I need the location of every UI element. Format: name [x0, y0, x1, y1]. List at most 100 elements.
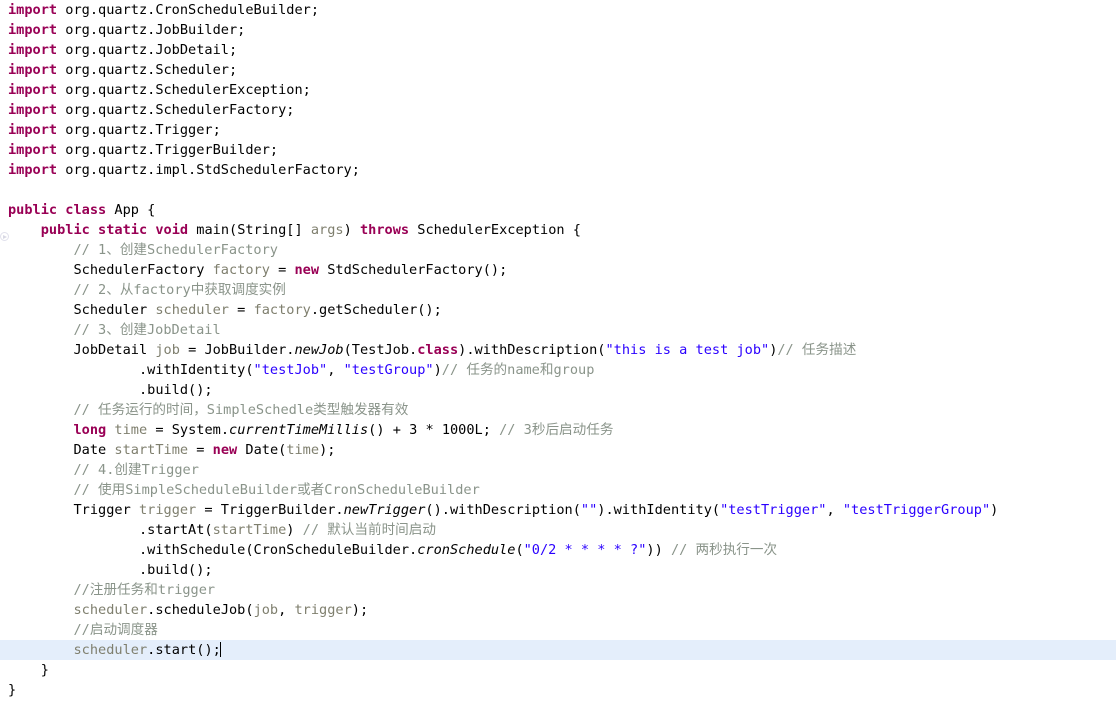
- code-token-string: "": [580, 502, 598, 518]
- code-line[interactable]: import org.quartz.SchedulerException;: [0, 80, 1116, 100]
- code-token-kw: public: [8, 202, 58, 218]
- code-token-plain: ): [343, 222, 360, 238]
- code-token-kw: new: [212, 442, 238, 458]
- code-line[interactable]: import org.quartz.CronScheduleBuilder;: [0, 0, 1116, 20]
- code-token-plain: .build();: [8, 382, 213, 398]
- code-line[interactable]: // 使用SimpleScheduleBuilder或者CronSchedule…: [0, 480, 1116, 500]
- code-text-area[interactable]: import org.quartz.CronScheduleBuilder; im…: [0, 0, 1116, 720]
- code-line[interactable]: // 任务运行的时间，SimpleSchedle类型触发器有效: [0, 400, 1116, 420]
- code-token-plain: .withSchedule(CronScheduleBuilder.: [8, 542, 418, 558]
- code-token-comment: //启动调度器: [73, 622, 158, 638]
- code-token-var: job: [155, 342, 180, 358]
- code-token-plain: =: [229, 302, 254, 318]
- code-token-plain: ): [286, 522, 303, 538]
- code-line[interactable]: import org.quartz.SchedulerFactory;: [0, 100, 1116, 120]
- code-line[interactable]: import org.quartz.Trigger;: [0, 120, 1116, 140]
- code-token-plain: .build();: [8, 562, 213, 578]
- code-line[interactable]: .build();: [0, 380, 1116, 400]
- code-line[interactable]: import org.quartz.JobBuilder;: [0, 20, 1116, 40]
- code-token-plain: .startAt(: [8, 522, 213, 538]
- code-line[interactable]: Date startTime = new Date(time);: [0, 440, 1116, 460]
- code-token-var: trigger: [294, 602, 352, 618]
- code-token-plain: org.quartz.TriggerBuilder;: [57, 142, 279, 158]
- code-line[interactable]: .withIdentity("testJob", "testGroup")// …: [0, 360, 1116, 380]
- code-token-plain: =: [188, 442, 213, 458]
- code-token-var: startTime: [114, 442, 189, 458]
- code-line[interactable]: [0, 180, 1116, 200]
- code-line[interactable]: public static void main(String[] args) t…: [0, 220, 1116, 240]
- code-token-comment: //注册任务和trigger: [73, 582, 216, 598]
- code-line[interactable]: .withSchedule(CronScheduleBuilder.cronSc…: [0, 540, 1116, 560]
- code-token-kw: new: [294, 262, 320, 278]
- code-line[interactable]: scheduler.start();: [0, 640, 1116, 660]
- code-line[interactable]: // 2、从factory中获取调度实例: [0, 280, 1116, 300]
- code-line[interactable]: //启动调度器: [0, 620, 1116, 640]
- code-token-string: "testGroup": [343, 362, 434, 378]
- code-token-string: "testTrigger": [720, 502, 827, 518]
- code-line[interactable]: // 4.创建Trigger: [0, 460, 1116, 480]
- code-line[interactable]: Trigger trigger = TriggerBuilder.newTrig…: [0, 500, 1116, 520]
- code-line[interactable]: Scheduler scheduler = factory.getSchedul…: [0, 300, 1116, 320]
- code-token-plain: ,: [327, 362, 344, 378]
- code-token-var: trigger: [138, 502, 197, 518]
- code-token-kw: import: [8, 102, 58, 118]
- code-token-plain: =: [269, 262, 295, 278]
- code-token-comment: // 任务运行的时间，SimpleSchedle类型触发器有效: [73, 402, 409, 418]
- code-line[interactable]: SchedulerFactory factory = new StdSchedu…: [0, 260, 1116, 280]
- code-token-kw: throws: [359, 222, 410, 238]
- code-token-plain: }: [8, 682, 17, 698]
- code-line[interactable]: scheduler.scheduleJob(job, trigger);: [0, 600, 1116, 620]
- code-token-plain: .withIdentity(: [8, 362, 254, 378]
- code-editor[interactable]: import org.quartz.CronScheduleBuilder; im…: [0, 0, 1116, 720]
- code-token-comment: // 1、创建SchedulerFactory: [73, 242, 278, 258]
- code-token-plain: () + 3 * 1000L;: [368, 422, 500, 438]
- code-token-plain: Date(: [237, 442, 287, 458]
- code-token-plain: StdSchedulerFactory();: [319, 262, 508, 278]
- code-token-comment: // 任务描述: [777, 342, 857, 358]
- code-line[interactable]: .build();: [0, 560, 1116, 580]
- code-token-comment: // 2、从factory中获取调度实例: [73, 282, 286, 298]
- code-token-kw: import: [8, 162, 58, 178]
- code-token-plain: org.quartz.SchedulerFactory;: [57, 102, 295, 118]
- code-line[interactable]: }: [0, 660, 1116, 680]
- code-line[interactable]: // 1、创建SchedulerFactory: [0, 240, 1116, 260]
- code-line[interactable]: //注册任务和trigger: [0, 580, 1116, 600]
- code-token-var: job: [253, 602, 279, 618]
- code-token-kw: static: [98, 222, 148, 238]
- code-token-plain: (TestJob.: [343, 342, 418, 358]
- code-line[interactable]: // 3、创建JobDetail: [0, 320, 1116, 340]
- code-token-kw: import: [8, 142, 58, 158]
- code-token-var: factory: [212, 262, 270, 278]
- code-line[interactable]: JobDetail job = JobBuilder.newJob(TestJo…: [0, 340, 1116, 360]
- code-token-string: "testTriggerGroup": [842, 502, 991, 518]
- code-line[interactable]: public class App {: [0, 200, 1116, 220]
- code-token-plain: = TriggerBuilder.: [196, 502, 344, 518]
- code-line[interactable]: .startAt(startTime) // 默认当前时间启动: [0, 520, 1116, 540]
- code-token-plain: SchedulerFactory: [8, 262, 213, 278]
- code-token-plain: (: [515, 542, 524, 558]
- code-token-plain: .getScheduler();: [310, 302, 442, 318]
- code-token-plain: Date: [8, 442, 115, 458]
- code-line[interactable]: import org.quartz.Scheduler;: [0, 60, 1116, 80]
- code-token-plain: org.quartz.JobDetail;: [57, 42, 238, 58]
- code-token-var: scheduler: [73, 602, 148, 618]
- code-token-kw: public: [40, 222, 90, 238]
- code-token-method-i: currentTimeMillis: [229, 422, 369, 438]
- code-token-plain: org.quartz.SchedulerException;: [57, 82, 311, 98]
- code-line[interactable]: long time = System.currentTimeMillis() +…: [0, 420, 1116, 440]
- code-line[interactable]: import org.quartz.impl.StdSchedulerFacto…: [0, 160, 1116, 180]
- code-line[interactable]: }: [0, 680, 1116, 700]
- code-token-plain: org.quartz.CronScheduleBuilder;: [57, 2, 320, 18]
- code-line[interactable]: import org.quartz.JobDetail;: [0, 40, 1116, 60]
- code-token-plain: .scheduleJob(: [147, 602, 254, 618]
- code-token-kw: import: [8, 122, 58, 138]
- code-token-kw: import: [8, 22, 58, 38]
- code-line[interactable]: import org.quartz.TriggerBuilder;: [0, 140, 1116, 160]
- code-token-comment: // 4.创建Trigger: [73, 462, 199, 478]
- code-token-var: time: [114, 422, 148, 438]
